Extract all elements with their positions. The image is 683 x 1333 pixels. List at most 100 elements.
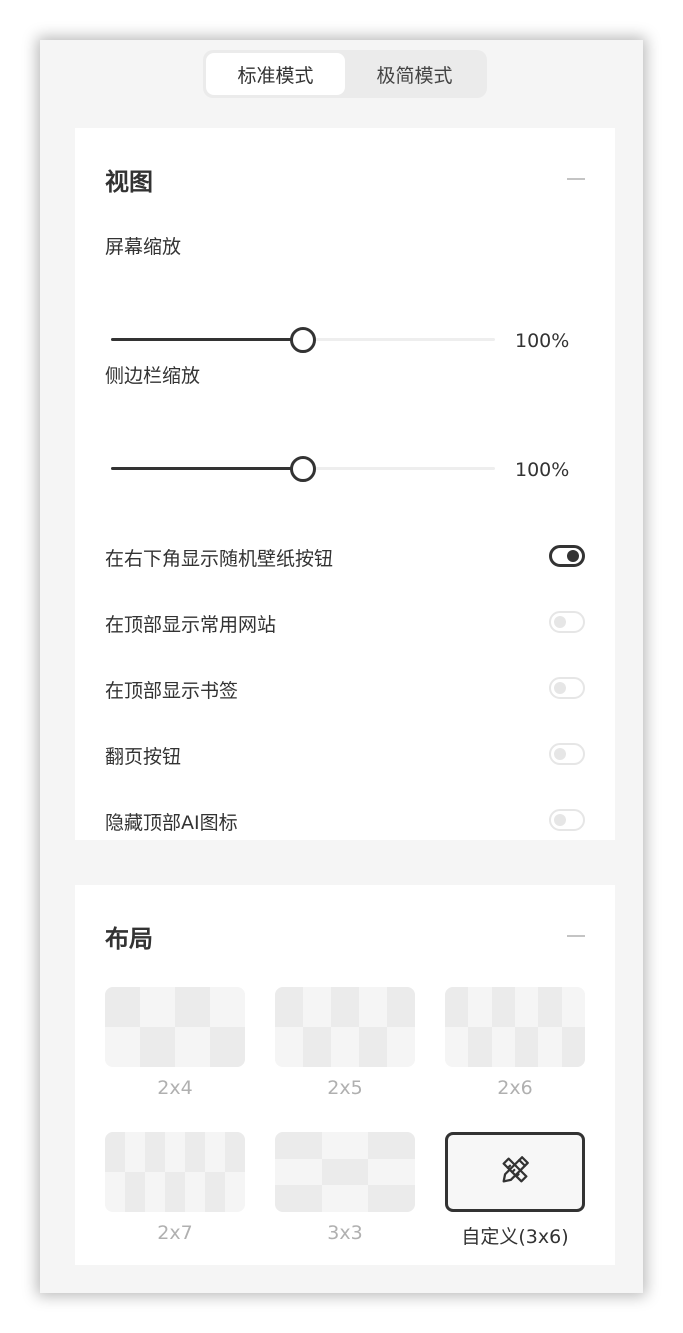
toggle-hide-ai-icon[interactable] [549, 809, 585, 831]
screen-zoom-slider[interactable] [111, 326, 495, 354]
screen-zoom-label: 屏幕缩放 [105, 236, 182, 258]
layout-title: 布局 [105, 925, 153, 953]
layout-cell [185, 1132, 205, 1172]
layout-option-custom[interactable]: 自定义(3x6) [445, 1132, 585, 1249]
layout-option-2x5[interactable]: 2x5 [275, 987, 415, 1099]
sidebar-zoom-slider[interactable] [111, 455, 495, 483]
layout-preview-2x7[interactable] [105, 1132, 245, 1212]
layout-cell [210, 987, 245, 1027]
layout-cell [515, 1027, 539, 1067]
layout-cell [445, 1027, 469, 1067]
layout-cell [175, 987, 210, 1027]
layout-cell [468, 1027, 492, 1067]
sidebar-zoom-fill [111, 467, 303, 470]
tab-minimal-mode[interactable]: 极简模式 [345, 53, 484, 95]
layout-cell [321, 1185, 369, 1212]
view-title: 视图 [105, 168, 153, 196]
layout-cell [145, 1132, 165, 1172]
layout-option-label: 2x7 [157, 1222, 193, 1244]
layout-cell [275, 1158, 322, 1186]
toggle-label-page-buttons: 翻页按钮 [105, 746, 182, 768]
layout-cell [359, 1027, 387, 1067]
layout-cell [105, 987, 140, 1027]
toggle-page-buttons[interactable] [549, 743, 585, 765]
layout-cell [275, 987, 303, 1027]
layout-cell [165, 1132, 185, 1172]
toggle-wallpaper-button[interactable] [549, 545, 585, 567]
layout-cell [105, 1132, 125, 1172]
view-section: 视图 屏幕缩放 100% 侧边栏缩放 100% 在右下角显示随机壁纸按钮 在顶部… [75, 128, 615, 840]
layout-cell [275, 1185, 322, 1212]
layout-cell [368, 1158, 415, 1186]
layout-cell [105, 1172, 125, 1212]
layout-cell [165, 1172, 185, 1212]
layout-cell [145, 1172, 165, 1212]
layout-cell [331, 987, 359, 1027]
layout-cell [275, 1027, 303, 1067]
layout-option-label: 自定义(3x6) [461, 1226, 569, 1248]
layout-option-3x3[interactable]: 3x3 [275, 1132, 415, 1244]
layout-cell [140, 1027, 175, 1067]
layout-preview-2x4[interactable] [105, 987, 245, 1067]
layout-cell [321, 1132, 369, 1159]
layout-option-label: 2x4 [157, 1077, 193, 1099]
layout-cell [185, 1172, 205, 1212]
layout-cell [561, 987, 585, 1027]
layout-option-label: 2x6 [497, 1077, 533, 1099]
layout-cell [368, 1132, 415, 1159]
layout-option-2x4[interactable]: 2x4 [105, 987, 245, 1099]
layout-preview-3x3[interactable] [275, 1132, 415, 1212]
layout-cell [210, 1027, 245, 1067]
layout-cell [538, 987, 562, 1027]
layout-cell [303, 987, 331, 1027]
layout-cell [445, 987, 469, 1027]
layout-collapse-button[interactable] [567, 929, 585, 943]
toggle-label-hide-ai-icon: 隐藏顶部AI图标 [105, 812, 238, 834]
layout-option-2x7[interactable]: 2x7 [105, 1132, 245, 1244]
sidebar-zoom-label: 侧边栏缩放 [105, 365, 201, 387]
layout-cell [105, 1027, 140, 1067]
layout-cell [491, 987, 515, 1027]
sidebar-zoom-value: 100% [515, 459, 570, 481]
layout-cell [321, 1158, 369, 1186]
pencil-ruler-icon [498, 1153, 532, 1191]
view-collapse-button[interactable] [567, 172, 585, 186]
toggle-common-sites[interactable] [549, 611, 585, 633]
toggle-label-common-sites: 在顶部显示常用网站 [105, 614, 277, 636]
layout-section: 布局 2x4 2x5 2x6 2x7 3x3 自定义(3x6) [75, 885, 615, 1265]
screen-zoom-value: 100% [515, 330, 570, 352]
layout-cell [275, 1132, 322, 1159]
layout-cell [225, 1132, 245, 1172]
layout-cell [538, 1027, 562, 1067]
toggle-label-wallpaper-button: 在右下角显示随机壁纸按钮 [105, 548, 334, 570]
settings-panel: 标准模式 极简模式 视图 屏幕缩放 100% 侧边栏缩放 100% 在右下角显示… [40, 40, 643, 1293]
layout-cell [515, 987, 539, 1027]
layout-cell [175, 1027, 210, 1067]
layout-cell [387, 1027, 415, 1067]
layout-cell [468, 987, 492, 1027]
layout-cell [387, 987, 415, 1027]
layout-cell [225, 1172, 245, 1212]
layout-cell [368, 1185, 415, 1212]
layout-cell [125, 1172, 145, 1212]
layout-cell [331, 1027, 359, 1067]
toggle-bookmarks[interactable] [549, 677, 585, 699]
layout-cell [561, 1027, 585, 1067]
sidebar-zoom-handle[interactable] [290, 456, 316, 482]
layout-cell [491, 1027, 515, 1067]
layout-option-2x6[interactable]: 2x6 [445, 987, 585, 1099]
layout-cell [303, 1027, 331, 1067]
layout-cell [205, 1172, 225, 1212]
screen-zoom-fill [111, 338, 303, 341]
layout-custom-button[interactable] [445, 1132, 585, 1212]
toggle-label-bookmarks: 在顶部显示书签 [105, 680, 239, 702]
layout-preview-2x6[interactable] [445, 987, 585, 1067]
layout-preview-2x5[interactable] [275, 987, 415, 1067]
layout-cell [125, 1132, 145, 1172]
layout-option-label: 3x3 [327, 1222, 363, 1244]
layout-option-label: 2x5 [327, 1077, 363, 1099]
tab-standard-mode[interactable]: 标准模式 [206, 53, 345, 95]
mode-switch: 标准模式 极简模式 [203, 50, 487, 98]
screen-zoom-handle[interactable] [290, 327, 316, 353]
layout-cell [140, 987, 175, 1027]
